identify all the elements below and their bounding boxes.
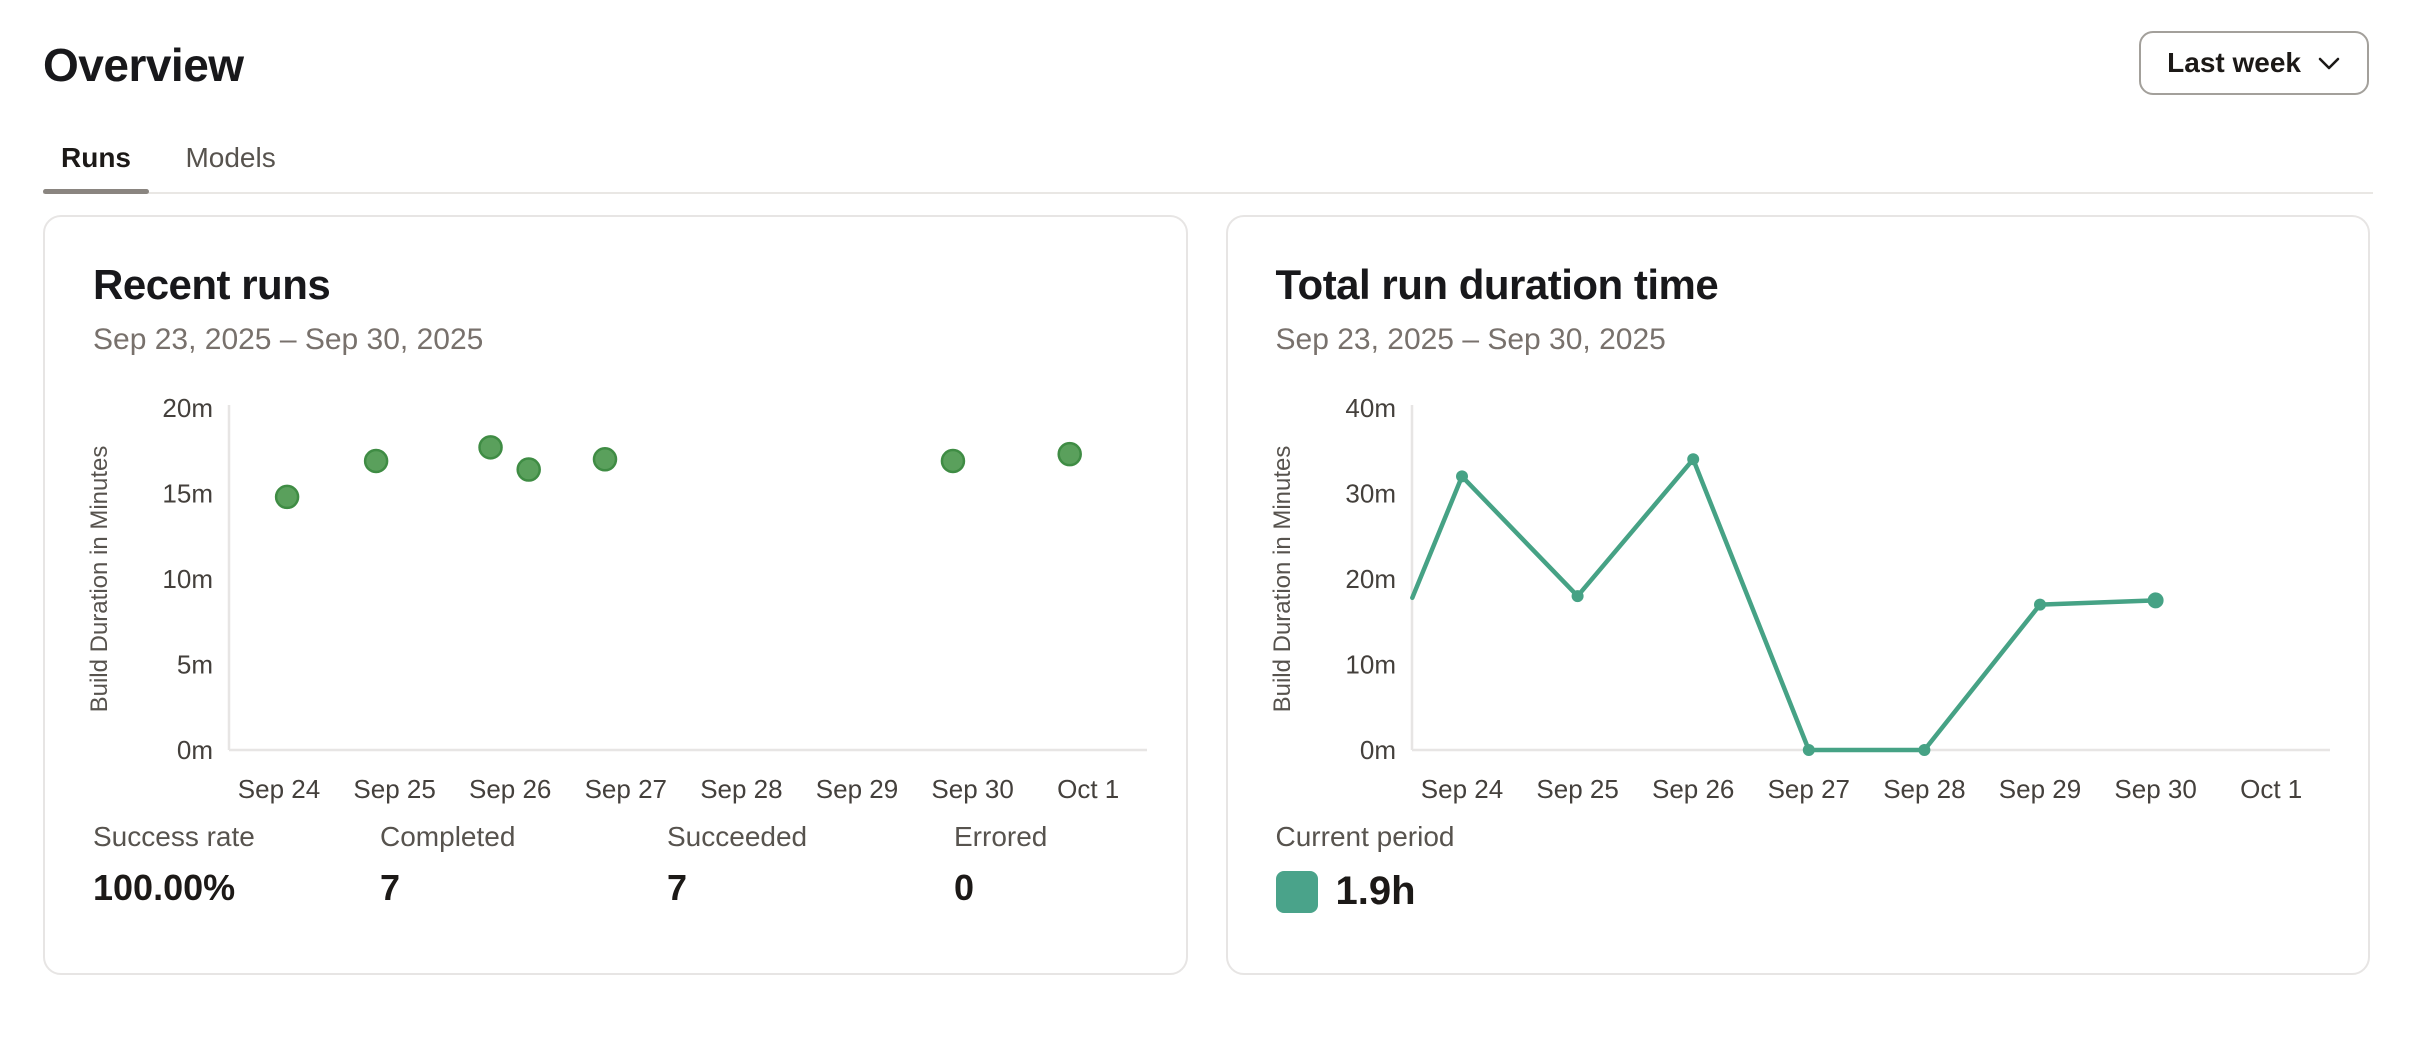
- stat-succeeded: Succeeded 7: [667, 821, 954, 909]
- x-axis-tick-label: Sep 27: [1767, 774, 1849, 804]
- duration-legend: Current period 1.9h: [1276, 821, 1455, 914]
- chevron-down-icon: [2317, 56, 2341, 71]
- cards-row: Recent runs Sep 23, 2025 – Sep 30, 2025 …: [43, 215, 2370, 975]
- stat-value: 7: [380, 867, 667, 909]
- stat-completed: Completed 7: [380, 821, 667, 909]
- line-end-point[interactable]: [2147, 592, 2163, 608]
- recent-runs-stats: Success rate 100.00% Completed 7 Succeed…: [93, 821, 1241, 909]
- page-title: Overview: [43, 38, 244, 92]
- legend-label: Current period: [1276, 821, 1455, 853]
- run-data-point[interactable]: [480, 436, 502, 458]
- stat-label: Success rate: [93, 821, 380, 853]
- x-axis-tick-label: Sep 28: [1883, 774, 1965, 804]
- duration-date-range: Sep 23, 2025 – Sep 30, 2025: [1276, 323, 1666, 357]
- period-dropdown-label: Last week: [2167, 47, 2301, 79]
- x-axis-tick-label: Sep 28: [700, 774, 782, 804]
- recent-runs-card: Recent runs Sep 23, 2025 – Sep 30, 2025 …: [43, 215, 1188, 975]
- line-vertex-point[interactable]: [2034, 599, 2046, 611]
- x-axis-tick-label: Sep 25: [353, 774, 435, 804]
- x-axis-tick-label: Sep 25: [1536, 774, 1618, 804]
- chart-svg: 0m 10m 20m 30m 40m Sep 24 Sep 25 Sep 26 Sep 27 Se…: [1228, 385, 2358, 835]
- stat-value: 100.00%: [93, 867, 380, 909]
- x-axis-tick-label: Oct 1: [1057, 774, 1119, 804]
- stat-success-rate: Success rate 100.00%: [93, 821, 380, 909]
- stat-label: Errored: [954, 821, 1241, 853]
- line-vertex-point[interactable]: [1571, 590, 1583, 602]
- x-axis-tick-label: Sep 30: [931, 774, 1013, 804]
- legend-swatch: [1276, 871, 1318, 913]
- run-data-point[interactable]: [276, 486, 298, 508]
- line-vertex-point[interactable]: [1802, 744, 1814, 756]
- stat-label: Succeeded: [667, 821, 954, 853]
- recent-runs-chart: 0m 5m 10m 15m 20m Sep 24 Sep 25 Sep 26 Sep 27 Sep…: [45, 385, 1175, 835]
- run-data-point[interactable]: [594, 448, 616, 470]
- tabs-bar: Runs Models: [43, 130, 2373, 194]
- run-data-point[interactable]: [365, 450, 387, 472]
- line-vertex-point[interactable]: [1687, 453, 1699, 465]
- run-data-point[interactable]: [942, 450, 964, 472]
- y-axis-tick-label: 15m: [162, 479, 213, 509]
- y-axis-tick-label: 0m: [177, 735, 213, 765]
- tab-models-label: Models: [185, 142, 275, 173]
- x-axis-tick-label: Sep 30: [2114, 774, 2196, 804]
- y-axis-title: Build Duration in Minutes: [86, 446, 113, 713]
- line-vertex-point[interactable]: [1456, 470, 1468, 482]
- tab-runs[interactable]: Runs: [43, 130, 149, 192]
- x-axis-tick-label: Sep 26: [1651, 774, 1733, 804]
- y-axis-tick-label: 20m: [162, 393, 213, 423]
- legend-value: 1.9h: [1336, 869, 1416, 914]
- x-axis-tick-label: Sep 29: [1998, 774, 2080, 804]
- y-axis-tick-label: 30m: [1345, 479, 1396, 509]
- stat-label: Completed: [380, 821, 667, 853]
- y-axis-tick-label: 5m: [177, 650, 213, 680]
- tab-runs-label: Runs: [61, 142, 131, 173]
- recent-runs-title: Recent runs: [93, 261, 330, 309]
- run-data-point[interactable]: [518, 459, 540, 481]
- line-vertex-point[interactable]: [1918, 744, 1930, 756]
- y-axis-tick-label: 40m: [1345, 393, 1396, 423]
- duration-title: Total run duration time: [1276, 261, 1719, 309]
- run-data-point[interactable]: [1059, 443, 1081, 465]
- stat-errored: Errored 0: [954, 821, 1241, 909]
- y-axis-tick-label: 0m: [1359, 735, 1395, 765]
- x-axis-tick-label: Sep 29: [816, 774, 898, 804]
- x-axis-tick-label: Sep 24: [238, 774, 320, 804]
- stat-value: 0: [954, 867, 1241, 909]
- y-axis-tick-label: 10m: [162, 564, 213, 594]
- x-axis-tick-label: Sep 27: [585, 774, 667, 804]
- y-axis-tick-label: 10m: [1345, 650, 1396, 680]
- chart-svg: 0m 5m 10m 15m 20m Sep 24 Sep 25 Sep 26 Sep 27 Sep…: [45, 385, 1175, 835]
- tab-models[interactable]: Models: [167, 130, 293, 192]
- recent-runs-date-range: Sep 23, 2025 – Sep 30, 2025: [93, 323, 483, 357]
- period-dropdown[interactable]: Last week: [2139, 31, 2369, 95]
- x-axis-tick-label: Oct 1: [2240, 774, 2302, 804]
- legend-row: 1.9h: [1276, 869, 1455, 914]
- y-axis-tick-label: 20m: [1345, 564, 1396, 594]
- duration-chart: 0m 10m 20m 30m 40m Sep 24 Sep 25 Sep 26 Sep 27 Se…: [1228, 385, 2358, 835]
- x-axis-tick-label: Sep 24: [1420, 774, 1502, 804]
- stat-value: 7: [667, 867, 954, 909]
- x-axis-tick-label: Sep 26: [469, 774, 551, 804]
- y-axis-title: Build Duration in Minutes: [1269, 446, 1296, 713]
- duration-card: Total run duration time Sep 23, 2025 – S…: [1226, 215, 2371, 975]
